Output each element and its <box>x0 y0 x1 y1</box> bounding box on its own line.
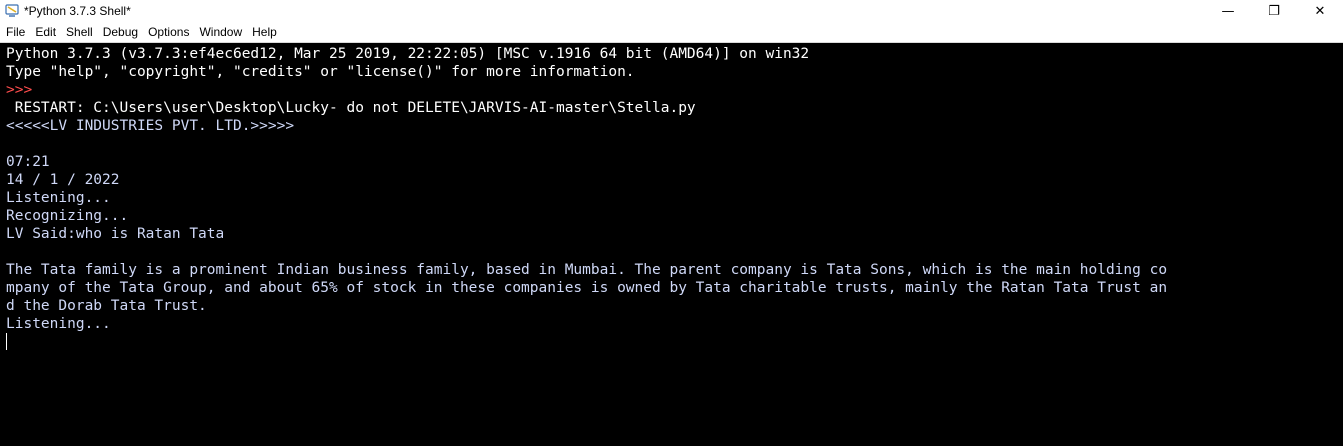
shell-text-area[interactable]: Python 3.7.3 (v3.7.3:ef4ec6ed12, Mar 25 … <box>0 43 1343 446</box>
input-line[interactable] <box>6 333 1343 351</box>
output-line: 07:21 <box>6 154 50 170</box>
menu-bar: File Edit Shell Debug Options Window Hel… <box>0 22 1343 43</box>
window-title: *Python 3.7.3 Shell* <box>24 4 131 18</box>
output-line: The Tata family is a prominent Indian bu… <box>6 262 1168 278</box>
python-idle-icon <box>4 3 20 19</box>
shell-prompt: >>> <box>6 82 33 98</box>
output-line: LV Said:who is Ratan Tata <box>6 226 225 242</box>
window-controls: — ❐ ✕ <box>1205 0 1343 22</box>
output-line: Recognizing... <box>6 208 129 224</box>
idle-shell-window: *Python 3.7.3 Shell* — ❐ ✕ File Edit She… <box>0 0 1343 446</box>
version-banner: Python 3.7.3 (v3.7.3:ef4ec6ed12, Mar 25 … <box>6 46 810 62</box>
output-line: Listening... <box>6 316 111 332</box>
output-line: mpany of the Tata Group, and about 65% o… <box>6 280 1168 296</box>
menu-options[interactable]: Options <box>143 25 194 39</box>
restore-button[interactable]: ❐ <box>1251 0 1297 22</box>
output-line: 14 / 1 / 2022 <box>6 172 120 188</box>
output-line: d the Dorab Tata Trust. <box>6 298 207 314</box>
output-line: <<<<<LV INDUSTRIES PVT. LTD.>>>>> <box>6 118 295 134</box>
output-line: Listening... <box>6 190 111 206</box>
menu-help[interactable]: Help <box>247 25 282 39</box>
title-bar[interactable]: *Python 3.7.3 Shell* — ❐ ✕ <box>0 0 1343 22</box>
menu-shell[interactable]: Shell <box>61 25 98 39</box>
menu-debug[interactable]: Debug <box>98 25 143 39</box>
menu-window[interactable]: Window <box>194 25 247 39</box>
menu-edit[interactable]: Edit <box>30 25 61 39</box>
menu-file[interactable]: File <box>0 25 30 39</box>
minimize-button[interactable]: — <box>1205 0 1251 22</box>
help-banner: Type "help", "copyright", "credits" or "… <box>6 64 635 80</box>
close-button[interactable]: ✕ <box>1297 0 1343 22</box>
restart-line: RESTART: C:\Users\user\Desktop\Lucky- do… <box>6 100 696 116</box>
text-cursor <box>6 333 7 350</box>
